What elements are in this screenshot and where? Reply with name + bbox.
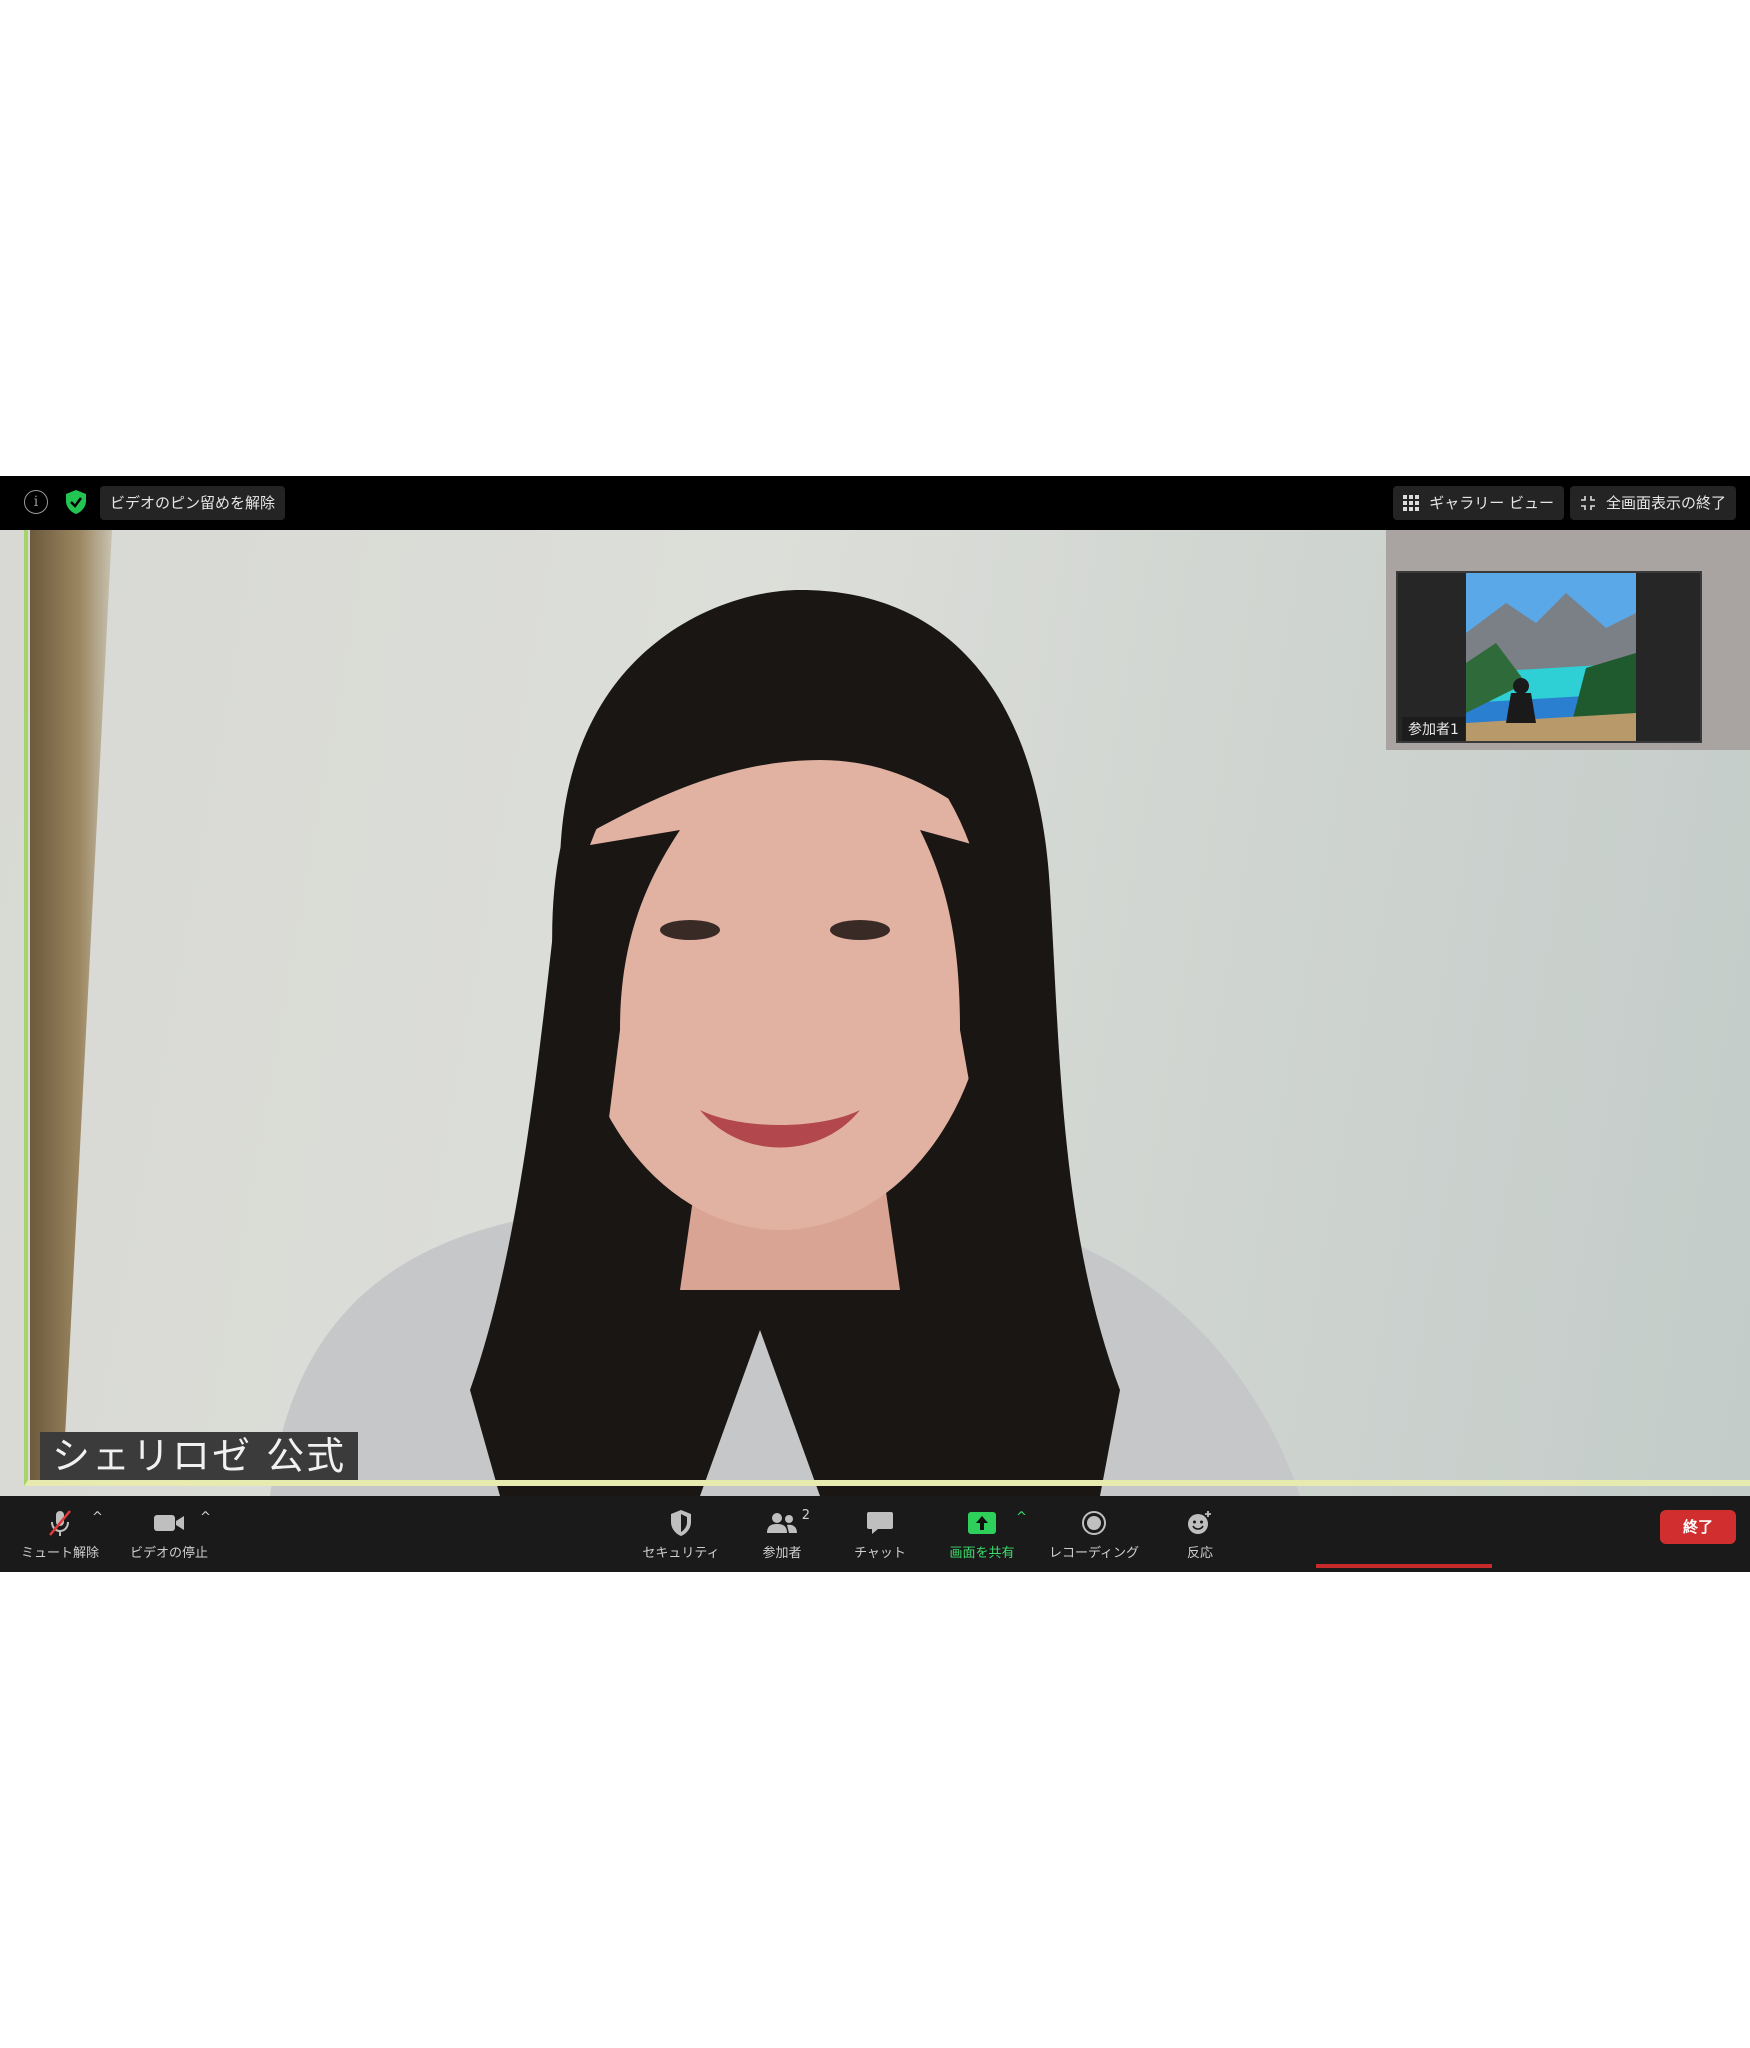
- zoom-meeting-window: i ビデオのピン留めを解除 ギャラリー ビュー 全画面表示の終了 シェリロゼ 公…: [0, 476, 1750, 1572]
- audio-options-caret[interactable]: ^: [92, 1510, 103, 1525]
- record-icon: [1082, 1510, 1106, 1535]
- recording-indicator-line: [1316, 1564, 1492, 1568]
- share-screen-button[interactable]: 画面を共有: [940, 1496, 1024, 1572]
- participants-button[interactable]: 2 参加者: [740, 1496, 824, 1572]
- exit-fullscreen-icon: [1580, 496, 1595, 510]
- record-button[interactable]: レコーディング: [1044, 1496, 1144, 1572]
- participant-thumbnail[interactable]: 参加者1: [1396, 571, 1702, 743]
- unmute-label: ミュート解除: [20, 1545, 99, 1561]
- reaction-emoji-icon: [1188, 1510, 1211, 1534]
- security-button[interactable]: セキュリティ: [636, 1496, 726, 1572]
- grid-icon: [1403, 495, 1420, 511]
- gallery-view-label: ギャラリー ビュー: [1429, 494, 1554, 512]
- microphone-muted-icon: [49, 1509, 71, 1536]
- chat-button[interactable]: チャット: [838, 1496, 922, 1572]
- participants-count: 2: [801, 1507, 810, 1523]
- security-label: セキュリティ: [642, 1545, 720, 1561]
- reactions-label: 反応: [1186, 1545, 1213, 1561]
- video-options-caret[interactable]: ^: [200, 1510, 211, 1525]
- share-screen-label: 画面を共有: [949, 1545, 1015, 1561]
- chat-bubble-icon: [867, 1511, 893, 1534]
- record-label: レコーディング: [1048, 1545, 1140, 1561]
- meeting-toolbar: ミュート解除 ^ ビデオの停止 ^ セキュリティ 2 参加者 チャット 画面を共…: [0, 1496, 1750, 1572]
- exit-fullscreen-button[interactable]: 全画面表示の終了: [1569, 486, 1736, 520]
- participants-icon: [767, 1512, 797, 1533]
- end-meeting-button[interactable]: 終了: [1660, 1510, 1736, 1544]
- exit-fullscreen-label: 全画面表示の終了: [1605, 494, 1726, 512]
- speaker-name-tag: シェリロゼ 公式: [40, 1432, 359, 1480]
- info-icon[interactable]: i: [24, 490, 48, 514]
- thumbnail-area: 参加者1: [1386, 530, 1750, 750]
- share-options-caret[interactable]: ^: [1016, 1510, 1027, 1525]
- shield-check-icon[interactable]: [64, 489, 88, 515]
- stop-video-button[interactable]: ビデオの停止: [124, 1496, 214, 1572]
- chat-label: チャット: [854, 1545, 906, 1561]
- gallery-view-button[interactable]: ギャラリー ビュー: [1393, 486, 1564, 520]
- share-screen-icon: [968, 1511, 996, 1534]
- participant-name-label: 参加者1: [1402, 717, 1465, 741]
- unmute-button[interactable]: ミュート解除: [14, 1496, 106, 1572]
- unpin-video-button[interactable]: ビデオのピン留めを解除: [100, 486, 286, 520]
- video-camera-icon: [154, 1514, 184, 1531]
- stop-video-label: ビデオの停止: [129, 1545, 208, 1561]
- security-shield-icon: [671, 1509, 691, 1536]
- top-bar: i ビデオのピン留めを解除 ギャラリー ビュー 全画面表示の終了: [0, 476, 1750, 530]
- participant-avatar-image: [1466, 573, 1636, 741]
- main-speaker-video: シェリロゼ 公式 参加者1: [0, 530, 1750, 1496]
- reactions-button[interactable]: 反応: [1160, 1496, 1240, 1572]
- participants-label: 参加者: [762, 1545, 802, 1561]
